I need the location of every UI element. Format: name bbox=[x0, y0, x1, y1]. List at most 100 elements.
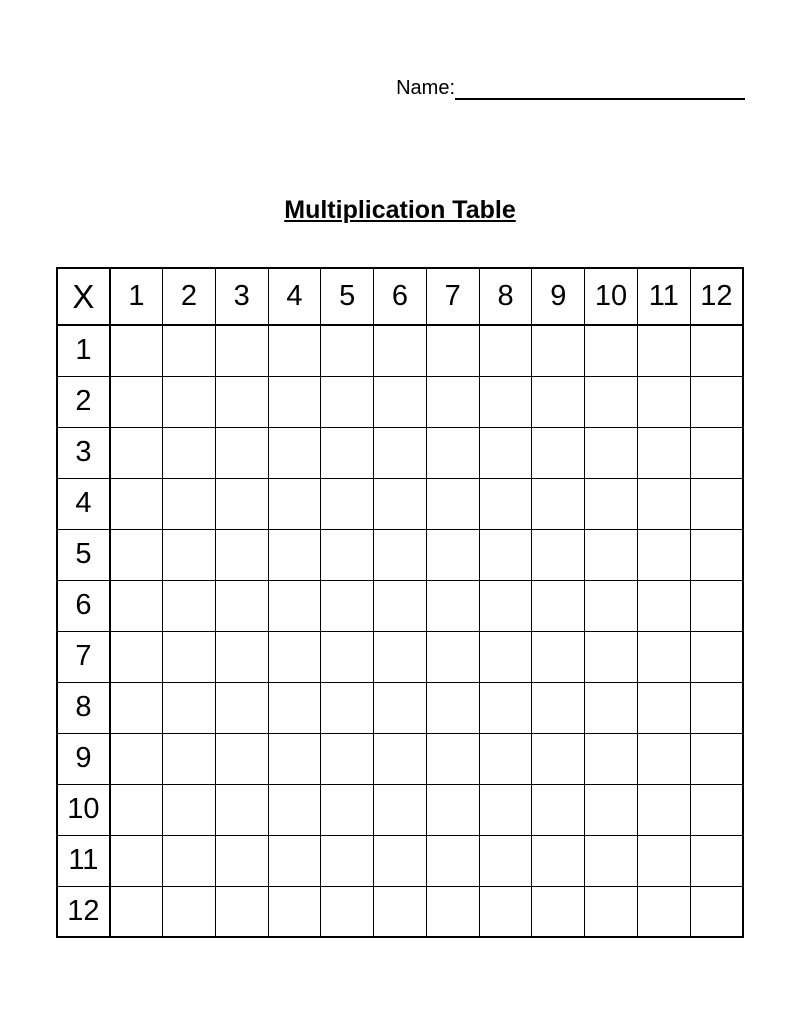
table-cell[interactable] bbox=[163, 427, 216, 478]
table-cell[interactable] bbox=[374, 682, 427, 733]
table-cell[interactable] bbox=[215, 835, 268, 886]
table-cell[interactable] bbox=[110, 325, 163, 376]
table-cell[interactable] bbox=[585, 886, 638, 937]
table-cell[interactable] bbox=[268, 835, 321, 886]
table-cell[interactable] bbox=[637, 886, 690, 937]
table-cell[interactable] bbox=[426, 580, 479, 631]
table-cell[interactable] bbox=[110, 580, 163, 631]
table-cell[interactable] bbox=[374, 325, 427, 376]
table-cell[interactable] bbox=[690, 631, 743, 682]
table-cell[interactable] bbox=[215, 886, 268, 937]
table-cell[interactable] bbox=[690, 325, 743, 376]
table-cell[interactable] bbox=[479, 529, 532, 580]
name-input[interactable] bbox=[455, 75, 745, 100]
table-cell[interactable] bbox=[215, 631, 268, 682]
table-cell[interactable] bbox=[690, 580, 743, 631]
table-cell[interactable] bbox=[532, 682, 585, 733]
table-cell[interactable] bbox=[268, 325, 321, 376]
table-cell[interactable] bbox=[637, 427, 690, 478]
table-cell[interactable] bbox=[268, 784, 321, 835]
table-cell[interactable] bbox=[532, 376, 585, 427]
table-cell[interactable] bbox=[426, 835, 479, 886]
table-cell[interactable] bbox=[163, 835, 216, 886]
table-cell[interactable] bbox=[585, 376, 638, 427]
table-cell[interactable] bbox=[585, 631, 638, 682]
table-cell[interactable] bbox=[637, 631, 690, 682]
table-cell[interactable] bbox=[110, 478, 163, 529]
table-cell[interactable] bbox=[321, 325, 374, 376]
table-cell[interactable] bbox=[110, 682, 163, 733]
table-cell[interactable] bbox=[532, 886, 585, 937]
table-cell[interactable] bbox=[163, 784, 216, 835]
table-cell[interactable] bbox=[637, 376, 690, 427]
table-cell[interactable] bbox=[321, 376, 374, 427]
table-cell[interactable] bbox=[637, 325, 690, 376]
table-cell[interactable] bbox=[321, 682, 374, 733]
table-cell[interactable] bbox=[637, 478, 690, 529]
table-cell[interactable] bbox=[690, 682, 743, 733]
table-cell[interactable] bbox=[110, 886, 163, 937]
table-cell[interactable] bbox=[585, 325, 638, 376]
table-cell[interactable] bbox=[690, 835, 743, 886]
table-cell[interactable] bbox=[426, 682, 479, 733]
table-cell[interactable] bbox=[374, 580, 427, 631]
table-cell[interactable] bbox=[215, 376, 268, 427]
table-cell[interactable] bbox=[479, 631, 532, 682]
table-cell[interactable] bbox=[163, 886, 216, 937]
table-cell[interactable] bbox=[215, 478, 268, 529]
table-cell[interactable] bbox=[321, 478, 374, 529]
table-cell[interactable] bbox=[479, 478, 532, 529]
table-cell[interactable] bbox=[163, 631, 216, 682]
table-cell[interactable] bbox=[585, 580, 638, 631]
table-cell[interactable] bbox=[426, 325, 479, 376]
table-cell[interactable] bbox=[321, 580, 374, 631]
table-cell[interactable] bbox=[374, 376, 427, 427]
table-cell[interactable] bbox=[585, 733, 638, 784]
table-cell[interactable] bbox=[426, 784, 479, 835]
table-cell[interactable] bbox=[374, 529, 427, 580]
table-cell[interactable] bbox=[215, 580, 268, 631]
table-cell[interactable] bbox=[268, 376, 321, 427]
table-cell[interactable] bbox=[110, 835, 163, 886]
table-cell[interactable] bbox=[215, 733, 268, 784]
table-cell[interactable] bbox=[268, 631, 321, 682]
table-cell[interactable] bbox=[110, 631, 163, 682]
table-cell[interactable] bbox=[479, 325, 532, 376]
table-cell[interactable] bbox=[479, 733, 532, 784]
table-cell[interactable] bbox=[268, 427, 321, 478]
table-cell[interactable] bbox=[163, 478, 216, 529]
table-cell[interactable] bbox=[585, 784, 638, 835]
table-cell[interactable] bbox=[532, 529, 585, 580]
table-cell[interactable] bbox=[426, 376, 479, 427]
table-cell[interactable] bbox=[215, 325, 268, 376]
table-cell[interactable] bbox=[374, 427, 427, 478]
table-cell[interactable] bbox=[532, 427, 585, 478]
table-cell[interactable] bbox=[532, 478, 585, 529]
table-cell[interactable] bbox=[268, 733, 321, 784]
table-cell[interactable] bbox=[479, 784, 532, 835]
table-cell[interactable] bbox=[690, 478, 743, 529]
table-cell[interactable] bbox=[110, 427, 163, 478]
table-cell[interactable] bbox=[532, 631, 585, 682]
table-cell[interactable] bbox=[374, 784, 427, 835]
table-cell[interactable] bbox=[163, 580, 216, 631]
table-cell[interactable] bbox=[690, 376, 743, 427]
table-cell[interactable] bbox=[426, 478, 479, 529]
table-cell[interactable] bbox=[479, 376, 532, 427]
table-cell[interactable] bbox=[690, 427, 743, 478]
table-cell[interactable] bbox=[374, 886, 427, 937]
table-cell[interactable] bbox=[163, 682, 216, 733]
table-cell[interactable] bbox=[637, 529, 690, 580]
table-cell[interactable] bbox=[163, 529, 216, 580]
table-cell[interactable] bbox=[585, 478, 638, 529]
table-cell[interactable] bbox=[479, 835, 532, 886]
table-cell[interactable] bbox=[585, 427, 638, 478]
table-cell[interactable] bbox=[268, 682, 321, 733]
table-cell[interactable] bbox=[585, 529, 638, 580]
table-cell[interactable] bbox=[479, 682, 532, 733]
table-cell[interactable] bbox=[374, 478, 427, 529]
table-cell[interactable] bbox=[532, 733, 585, 784]
table-cell[interactable] bbox=[374, 631, 427, 682]
table-cell[interactable] bbox=[215, 529, 268, 580]
table-cell[interactable] bbox=[110, 529, 163, 580]
